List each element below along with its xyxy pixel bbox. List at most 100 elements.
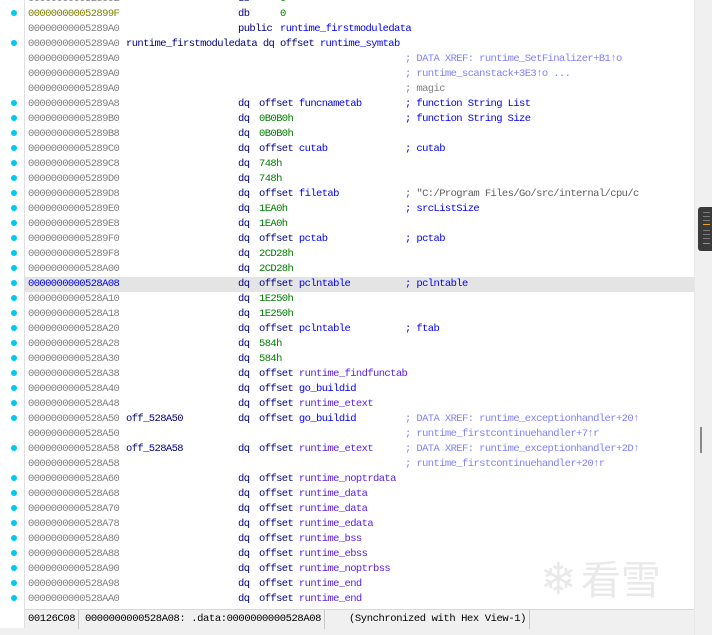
listing-row[interactable]: 00000000005289F8 dq 2CD28h [25, 247, 694, 262]
mnemonic: dq [238, 293, 250, 305]
mnemonic: dq [238, 248, 250, 260]
listing-row[interactable]: 00000000005289A0 ; runtime_scanstack+3E3↑… [25, 67, 694, 82]
breakpoint-dot-icon[interactable] [11, 235, 17, 241]
breakpoint-dot-icon[interactable] [11, 385, 17, 391]
breakpoint-dot-icon[interactable] [11, 40, 17, 46]
listing-row[interactable]: 0000000000528A18 dq 1E250h [25, 307, 694, 322]
breakpoint-dot-icon[interactable] [11, 250, 17, 256]
breakpoint-dot-icon[interactable] [11, 295, 17, 301]
address: 0000000000528A68 [28, 488, 120, 500]
operand: offset pclntable [259, 322, 351, 337]
operand-token: offset [259, 533, 299, 545]
listing-row[interactable]: 00000000005289C0 dq offset cutab ; cutab [25, 142, 694, 157]
listing-row[interactable]: 00000000005289A8 dq offset funcnametab ; fu… [25, 97, 694, 112]
listing-row[interactable]: 0000000000528A58 off_528A58 dq offset runti… [25, 442, 694, 457]
breakpoint-dot-icon[interactable] [11, 505, 17, 511]
listing-row[interactable]: 00000000005289B0 dq 0B0B0h ; function Strin… [25, 112, 694, 127]
listing-row[interactable]: 0000000000528A90 dq offset runtime_noptrbs… [25, 562, 694, 577]
breakpoint-dot-icon[interactable] [11, 535, 17, 541]
listing-row[interactable]: 0000000000528A88 dq offset runtime_ebss [25, 547, 694, 562]
listing-row[interactable]: 00000000005289C8 dq 748h [25, 157, 694, 172]
listing-row[interactable]: 000000000052899E db 0 [25, 0, 694, 7]
breakpoint-dot-icon[interactable] [11, 340, 17, 346]
listing-row[interactable]: 00000000005289A0 ; DATA XREF: runtime_Set… [25, 52, 694, 67]
comment: ; DATA XREF: runtime_SetFinalizer+B1↑o [405, 53, 622, 65]
breakpoint-dot-icon[interactable] [11, 130, 17, 136]
listing-row[interactable]: 00000000005289E0 dq 1EA0h ; srcListSize [25, 202, 694, 217]
breakpoint-dot-icon[interactable] [11, 370, 17, 376]
operand: 1EA0h [259, 217, 288, 232]
listing-row[interactable]: 0000000000528A70 dq offset runtime_data [25, 502, 694, 517]
breakpoint-dot-icon[interactable] [11, 445, 17, 451]
breakpoint-dot-icon[interactable] [11, 220, 17, 226]
listing-row[interactable]: 0000000000528A48 dq offset runtime_etext [25, 397, 694, 412]
listing-row[interactable]: 00000000005289A0 public runtime_firstmodul… [25, 22, 694, 37]
breakpoint-dot-icon[interactable] [11, 490, 17, 496]
listing-row[interactable]: 00000000005289E8 dq 1EA0h [25, 217, 694, 232]
listing-row[interactable]: 0000000000528A68 dq offset runtime_data [25, 487, 694, 502]
operand-token: offset [259, 278, 299, 290]
listing-row[interactable]: 00000000005289A0 ; magic [25, 82, 694, 97]
listing-row[interactable]: 0000000000528A60 dq offset runtime_noptrda… [25, 472, 694, 487]
listing-row[interactable]: 0000000000528A10 dq 1E250h [25, 292, 694, 307]
listing-row[interactable]: 0000000000528A00 dq 2CD28h [25, 262, 694, 277]
listing-row[interactable]: 0000000000528A38 dq offset runtime_findfun… [25, 367, 694, 382]
listing-row[interactable]: 0000000000528A30 dq 584h [25, 352, 694, 367]
address: 0000000000528A60 [28, 473, 120, 485]
breakpoint-dot-icon[interactable] [11, 310, 17, 316]
breakpoint-dot-icon[interactable] [11, 520, 17, 526]
listing-row[interactable]: 0000000000528A58 ; runtime_firstcontinueh… [25, 457, 694, 472]
listing-row[interactable]: 00000000005289D0 dq 748h [25, 172, 694, 187]
disassembly-listing[interactable]: 000000000052899Edb0000000000052899Fdb000… [25, 0, 694, 609]
label: off_528A58 [126, 443, 184, 455]
breakpoint-dot-icon[interactable] [11, 565, 17, 571]
breakpoint-dot-icon[interactable] [11, 100, 17, 106]
operand-token: 0B0B0h [259, 128, 294, 140]
listing-row[interactable]: 00000000005289B8 dq 0B0B0h [25, 127, 694, 142]
listing-row[interactable]: 0000000000528AA0 dq offset runtime_end [25, 592, 694, 607]
listing-row[interactable]: 0000000000528A50 ; runtime_firstcontinueh… [25, 427, 694, 442]
scrollbar-thumb[interactable] [700, 427, 702, 453]
listing-row[interactable]: 0000000000528A40 dq offset go_buildid [25, 382, 694, 397]
breakpoint-dot-icon[interactable] [11, 325, 17, 331]
breakpoint-dot-icon[interactable] [11, 175, 17, 181]
listing-row[interactable]: 000000000052899F db 0 [25, 7, 694, 22]
breakpoint-dot-icon[interactable] [11, 190, 17, 196]
breakpoint-dot-icon[interactable] [11, 265, 17, 271]
breakpoint-dot-icon[interactable] [11, 115, 17, 121]
listing-row[interactable]: 0000000000528A28 dq 584h [25, 337, 694, 352]
breakpoint-dot-icon[interactable] [11, 10, 17, 16]
address: 0000000000528A80 [28, 533, 120, 545]
breakpoint-dot-icon[interactable] [11, 580, 17, 586]
operand-token: 1EA0h [259, 203, 288, 215]
operand-token: runtime_data [298, 488, 368, 500]
breakpoint-dot-icon[interactable] [11, 280, 17, 286]
listing-row[interactable]: 00000000005289D8 dq offset filetab ; "C:/Pr… [25, 187, 694, 202]
listing-row[interactable]: 0000000000528A98 dq offset runtime_end [25, 577, 694, 592]
listing-row[interactable]: 0000000000528A78 dq offset runtime_edata [25, 517, 694, 532]
breakpoint-dot-icon[interactable] [11, 400, 17, 406]
operand-token: runtime_edata [298, 518, 374, 530]
listing-row[interactable]: 0000000000528A20 dq offset pclntable ; ftab [25, 322, 694, 337]
breakpoint-dot-icon[interactable] [11, 595, 17, 601]
address: 00000000005289A0 [28, 68, 120, 80]
breakpoint-dot-icon[interactable] [11, 160, 17, 166]
operand: offset runtime_data [259, 487, 368, 502]
listing-row[interactable]: 0000000000528A80 dq offset runtime_bss [25, 532, 694, 547]
breakpoint-dot-icon[interactable] [11, 205, 17, 211]
listing-row-current[interactable]: 0000000000528A08 dq offset pclntable ; pcln… [25, 277, 694, 292]
navigator-widget[interactable] [698, 207, 712, 251]
listing-row[interactable]: 00000000005289F0 dq offset pctab ; pctab [25, 232, 694, 247]
listing-row[interactable]: 00000000005289A0 runtime_firstmoduledata … [25, 37, 694, 52]
breakpoint-dot-icon[interactable] [11, 475, 17, 481]
comment: ; function String List [405, 98, 531, 110]
breakpoint-dot-icon[interactable] [11, 145, 17, 151]
operand-token: 584h [259, 338, 282, 350]
breakpoint-dot-icon[interactable] [11, 415, 17, 421]
breakpoint-dot-icon[interactable] [11, 355, 17, 361]
listing-row[interactable]: 0000000000528A50 off_528A50 dq offset go_bu… [25, 412, 694, 427]
comment: ; srcListSize [405, 203, 480, 215]
breakpoint-gutter[interactable] [0, 0, 25, 628]
breakpoint-dot-icon[interactable] [11, 550, 17, 556]
operand-token: offset [259, 548, 299, 560]
